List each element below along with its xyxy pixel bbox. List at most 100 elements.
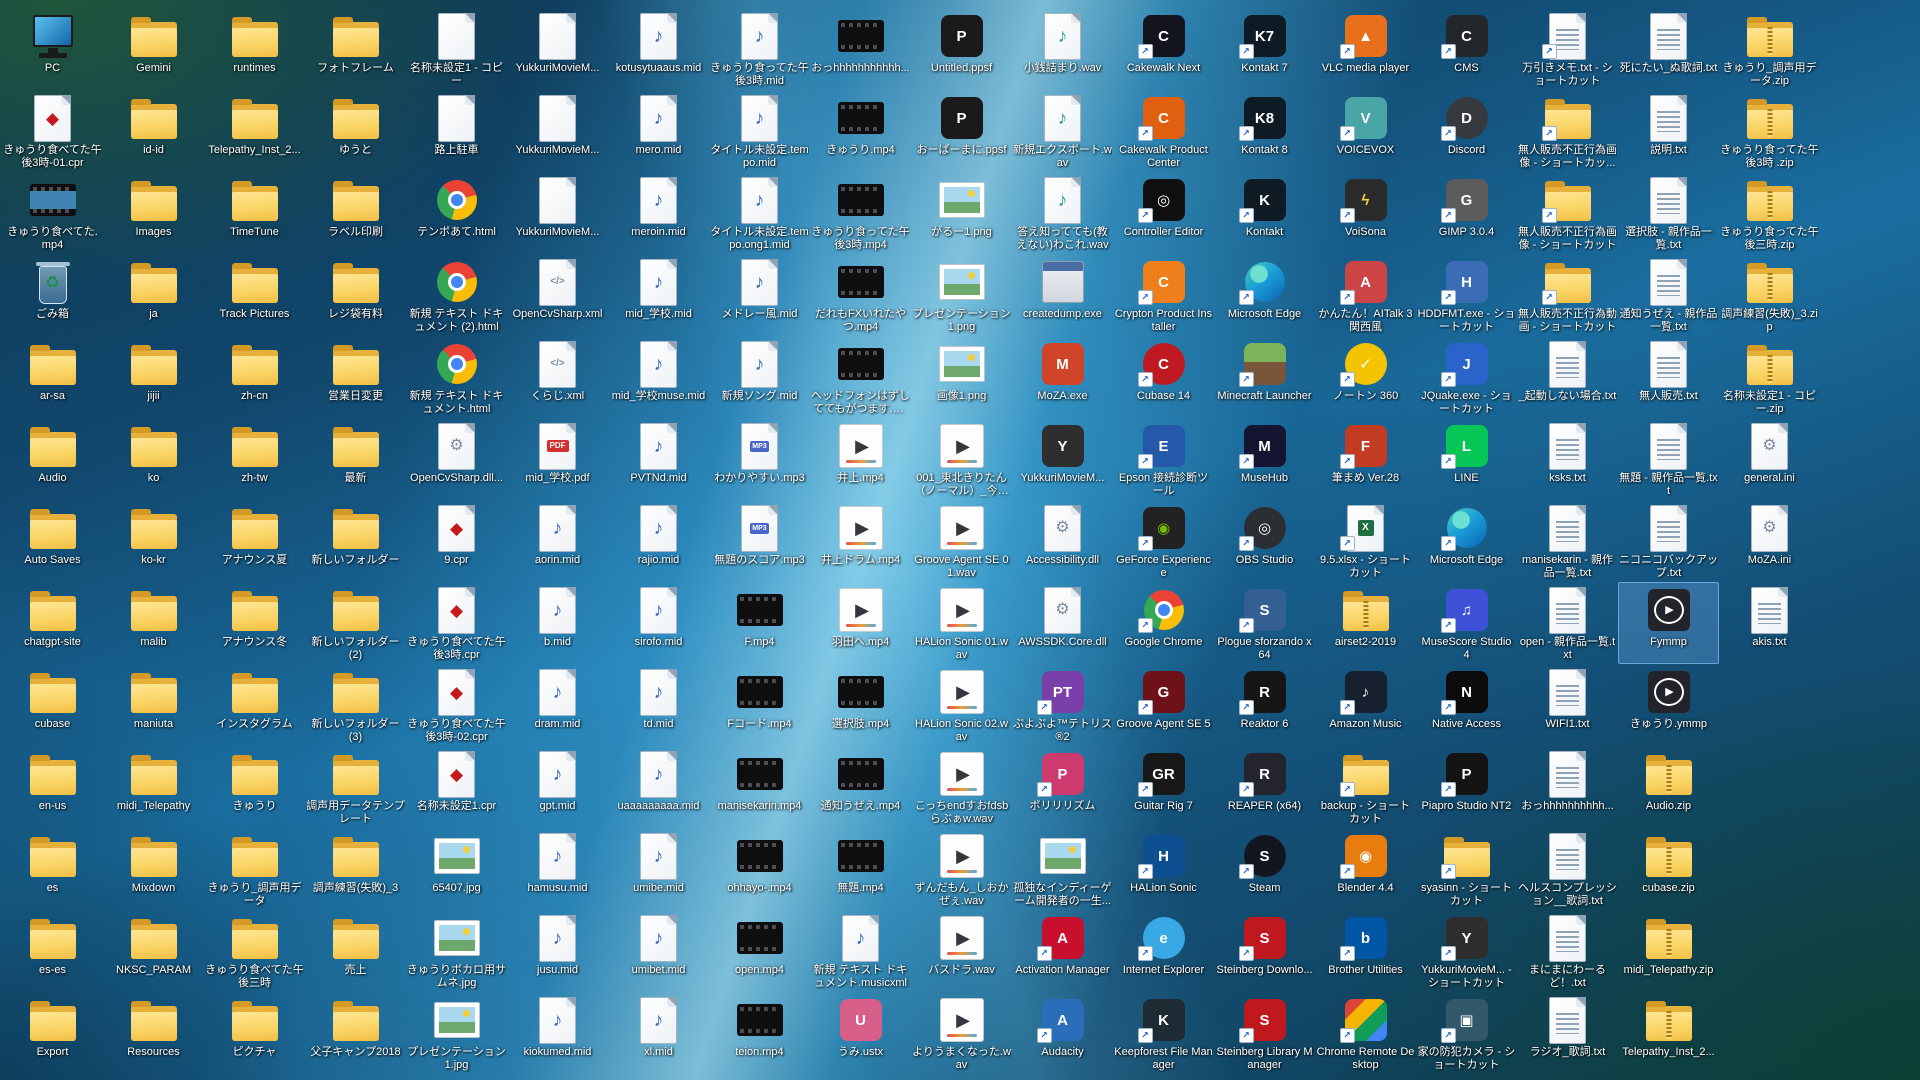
desktop-icon[interactable]: ♪ xl.mid (608, 992, 709, 1074)
desktop-icon[interactable]: ピクチャ (204, 992, 305, 1074)
desktop-icon[interactable]: M ↗ MuseHub (1214, 418, 1315, 500)
desktop-icon[interactable]: 無人販売.txt (1618, 336, 1719, 418)
desktop-icon[interactable]: ▶ HALion Sonic 01.wav (911, 582, 1012, 664)
desktop-icon[interactable]: ♪ meroin.mid (608, 172, 709, 254)
desktop-icon[interactable]: S ↗ Steinberg Downlo... (1214, 910, 1315, 992)
desktop-icon[interactable]: ▶ Groove Agent SE 01.wav (911, 500, 1012, 582)
desktop-icon[interactable]: Gemini (103, 8, 204, 90)
desktop-icon[interactable]: PT ↗ ぷよぷよ™テトリス®2 (1012, 664, 1113, 746)
desktop-icon[interactable]: G ↗ GIMP 3.0.4 (1416, 172, 1517, 254)
desktop-icon[interactable]: ▶ こっちendすおfdsbらぶぁw.wav (911, 746, 1012, 828)
desktop-icon[interactable]: ✓ ↗ ノートン 360 (1315, 336, 1416, 418)
desktop-icon[interactable]: 通知うぜえ - 親作品一覧.txt (1618, 254, 1719, 336)
desktop-icon[interactable]: ♪ kiokumed.mid (507, 992, 608, 1074)
desktop-icon[interactable]: きゅうり食ってた午後3時 .zip (1719, 90, 1820, 172)
desktop-icon[interactable]: Telepathy_Inst_2... (1618, 992, 1719, 1074)
desktop-icon[interactable]: ♪ mero.mid (608, 90, 709, 172)
desktop-icon[interactable]: open.mp4 (709, 910, 810, 992)
desktop-icon[interactable]: manisekarin - 親作品一覧.txt (1517, 500, 1618, 582)
desktop-icon[interactable]: ⚙ OpenCvSharp.dll... (406, 418, 507, 500)
desktop-icon[interactable]: ♪ ↗ Amazon Music (1315, 664, 1416, 746)
desktop-icon[interactable]: A ↗ かんたん！AITalk 3 関西風 (1315, 254, 1416, 336)
desktop-icon[interactable]: </> OpenCvSharp.xml (507, 254, 608, 336)
desktop-icon[interactable]: ko (103, 418, 204, 500)
desktop-icon[interactable]: es-es (2, 910, 103, 992)
desktop-icon[interactable]: ◉ ↗ GeForce Experience (1113, 500, 1214, 582)
desktop-icon[interactable]: maniuta (103, 664, 204, 746)
desktop-icon[interactable]: PDF mid_学校.pdf (507, 418, 608, 500)
desktop-icon[interactable]: ◆ 名称未設定1.cpr (406, 746, 507, 828)
desktop-icon[interactable]: ▶ 001_東北きりたん（ノーマル）_今しゃ... (911, 418, 1012, 500)
desktop-icon[interactable]: ヘルスコンプレッション__歌詞.txt (1517, 828, 1618, 910)
desktop-icon[interactable]: ♪ 新規ソング.mid (709, 336, 810, 418)
desktop-icon[interactable]: ♪ 小銭詰まり.wav (1012, 8, 1113, 90)
desktop-icon[interactable]: akis.txt (1719, 582, 1820, 664)
desktop-icon[interactable]: S ↗ Steam (1214, 828, 1315, 910)
desktop-icon[interactable]: runtimes (204, 8, 305, 90)
desktop-icon[interactable]: きゅうり (204, 746, 305, 828)
desktop-icon[interactable]: 路上駐車 (406, 90, 507, 172)
desktop-icon[interactable]: ゆうと (305, 90, 406, 172)
desktop-icon[interactable]: WIFI1.txt (1517, 664, 1618, 746)
desktop-icon[interactable]: ▶ 羽田へ.mp4 (810, 582, 911, 664)
desktop-icon[interactable]: Telepathy_Inst_2... (204, 90, 305, 172)
desktop-icon[interactable]: ◉ ↗ Blender 4.4 (1315, 828, 1416, 910)
desktop-icon[interactable]: 調声練習(失敗)_3 (305, 828, 406, 910)
desktop-icon[interactable]: ↗ syasinn - ショートカット (1416, 828, 1517, 910)
desktop-icon[interactable]: _起動しない場合.txt (1517, 336, 1618, 418)
desktop-icon[interactable]: Export (2, 992, 103, 1074)
desktop-icon[interactable]: 新しいフォルダー (3) (305, 664, 406, 746)
desktop-icon[interactable]: H ↗ HALion Sonic (1113, 828, 1214, 910)
desktop-icon[interactable]: P ↗ Piapro Studio NT2 (1416, 746, 1517, 828)
desktop-icon[interactable]: es (2, 828, 103, 910)
desktop-icon[interactable]: 説明.txt (1618, 90, 1719, 172)
desktop-icon[interactable]: ♪ kotusytuaaus.mid (608, 8, 709, 90)
desktop-icon[interactable]: YukkuriMovieM... (507, 172, 608, 254)
desktop-icon[interactable]: プレゼンテーション1.jpg (406, 992, 507, 1074)
desktop-icon[interactable]: 選択肢 - 親作品一覧.txt (1618, 172, 1719, 254)
desktop-icon[interactable]: MP3 わかりやすい.mp3 (709, 418, 810, 500)
desktop-icon[interactable]: X ↗ 9.5.xlsx - ショートカット (1315, 500, 1416, 582)
desktop-icon[interactable]: ▶ きゅうり.ymmp (1618, 664, 1719, 746)
desktop-icon[interactable]: ▶ Fymmp (1618, 582, 1719, 664)
desktop-icon[interactable]: MP3 無題のスコア.mp3 (709, 500, 810, 582)
desktop-icon[interactable]: M MoZA.exe (1012, 336, 1113, 418)
desktop-icon[interactable]: ⚙ MoZA.ini (1719, 500, 1820, 582)
desktop-icon[interactable]: midi_Telepathy.zip (1618, 910, 1719, 992)
desktop-icon[interactable]: 新しいフォルダー (305, 500, 406, 582)
desktop-icon[interactable]: ♫ ↗ MuseScore Studio 4 (1416, 582, 1517, 664)
desktop-icon[interactable]: だれもFXいれたやつ.mp4 (810, 254, 911, 336)
desktop-icon[interactable]: b ↗ Brother Utilities (1315, 910, 1416, 992)
desktop-icon[interactable]: ♪ jusu.mid (507, 910, 608, 992)
desktop-icon[interactable]: ⚙ general.ini (1719, 418, 1820, 500)
desktop-icon[interactable]: cubase.zip (1618, 828, 1719, 910)
desktop-icon[interactable]: ▶ HALion Sonic 02.wav (911, 664, 1012, 746)
desktop-icon[interactable]: フォトフレーム (305, 8, 406, 90)
desktop-icon[interactable]: 父子キャンプ2018 (305, 992, 406, 1074)
desktop-icon[interactable]: ▶ 井上.mp4 (810, 418, 911, 500)
desktop-icon[interactable]: ◎ ↗ Controller Editor (1113, 172, 1214, 254)
desktop-icon[interactable]: ↗ 万引きメモ.txt - ショートカット (1517, 8, 1618, 90)
desktop-icon[interactable]: Y ↗ YukkuriMovieM... - ショートカット (1416, 910, 1517, 992)
desktop-icon[interactable]: 調声練習(失敗)_3.zip (1719, 254, 1820, 336)
desktop-icon[interactable]: 無題 - 親作品一覧.txt (1618, 418, 1719, 500)
desktop-icon[interactable]: きゅうり食べてた午後三時 (204, 910, 305, 992)
desktop-icon[interactable]: 死にたい_ぬ歌詞.txt (1618, 8, 1719, 90)
desktop-icon[interactable]: レジ袋有料 (305, 254, 406, 336)
desktop-icon[interactable]: K7 ↗ Kontakt 7 (1214, 8, 1315, 90)
desktop-icon[interactable]: S ↗ Plogue sforzando x64 (1214, 582, 1315, 664)
desktop-icon[interactable]: ◎ ↗ OBS Studio (1214, 500, 1315, 582)
desktop-icon[interactable]: ♪ umibe.mid (608, 828, 709, 910)
desktop-icon[interactable]: ニコニコバックアップ.txt (1618, 500, 1719, 582)
desktop-icon[interactable]: ♪ gpt.mid (507, 746, 608, 828)
desktop-icon[interactable]: インスタグラム (204, 664, 305, 746)
desktop-icon[interactable]: ♪ hamusu.mid (507, 828, 608, 910)
desktop-icon[interactable]: R ↗ Reaktor 6 (1214, 664, 1315, 746)
desktop-icon[interactable]: PC (2, 8, 103, 90)
desktop-icon[interactable]: C ↗ Crypton Product Installer (1113, 254, 1214, 336)
desktop-icon[interactable]: ♪ mid_学校muse.mid (608, 336, 709, 418)
desktop-icon[interactable]: C ↗ Cakewalk Next (1113, 8, 1214, 90)
desktop-icon[interactable]: A ↗ Activation Manager (1012, 910, 1113, 992)
desktop-icon[interactable]: open - 親作品一覧.txt (1517, 582, 1618, 664)
desktop-icon[interactable]: zh-tw (204, 418, 305, 500)
